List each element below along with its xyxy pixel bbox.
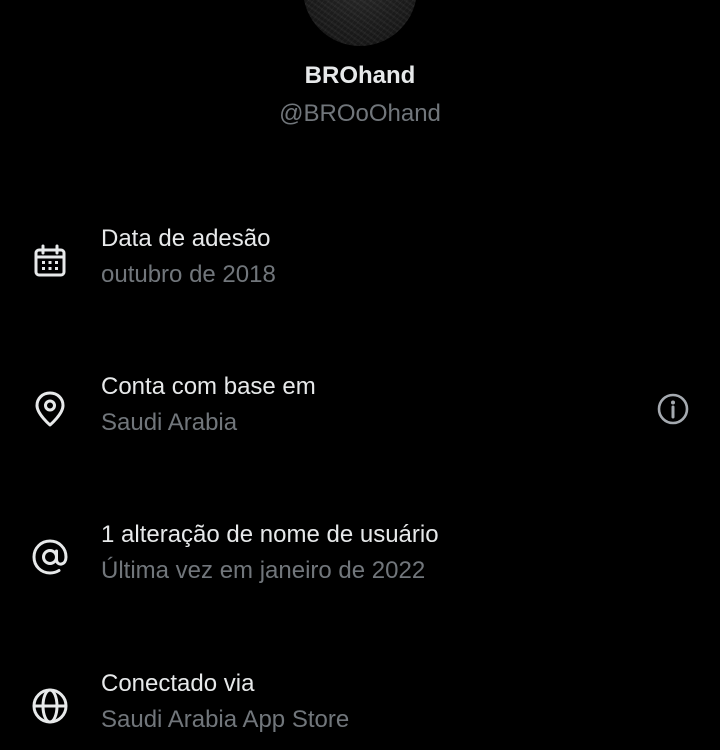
about-value: outubro de 2018 bbox=[101, 261, 276, 288]
info-icon[interactable] bbox=[654, 390, 692, 428]
username-handle: @BROoOhand bbox=[279, 100, 441, 127]
about-row-connected-via: Conectado via Saudi Arabia App Store bbox=[0, 670, 720, 750]
about-value: Saudi Arabia bbox=[101, 409, 238, 436]
avatar[interactable] bbox=[303, 0, 417, 46]
about-row-username-changes: 1 alteração de nome de usuário Última ve… bbox=[0, 521, 720, 601]
at-sign-icon bbox=[30, 537, 70, 577]
location-pin-icon bbox=[30, 389, 70, 429]
about-row-account-location: Conta com base em Saudi Arabia bbox=[0, 373, 720, 453]
about-value: Última vez em janeiro de 2022 bbox=[101, 557, 426, 584]
about-value: Saudi Arabia App Store bbox=[101, 706, 350, 733]
about-label: Conectado via bbox=[101, 670, 255, 697]
globe-icon bbox=[30, 686, 70, 726]
calendar-icon bbox=[30, 241, 70, 281]
about-label: 1 alteração de nome de usuário bbox=[101, 521, 439, 548]
display-name: BROhand bbox=[304, 62, 416, 89]
about-label: Data de adesão bbox=[101, 225, 271, 252]
about-row-join-date: Data de adesão outubro de 2018 bbox=[0, 225, 720, 305]
about-label: Conta com base em bbox=[101, 373, 316, 400]
